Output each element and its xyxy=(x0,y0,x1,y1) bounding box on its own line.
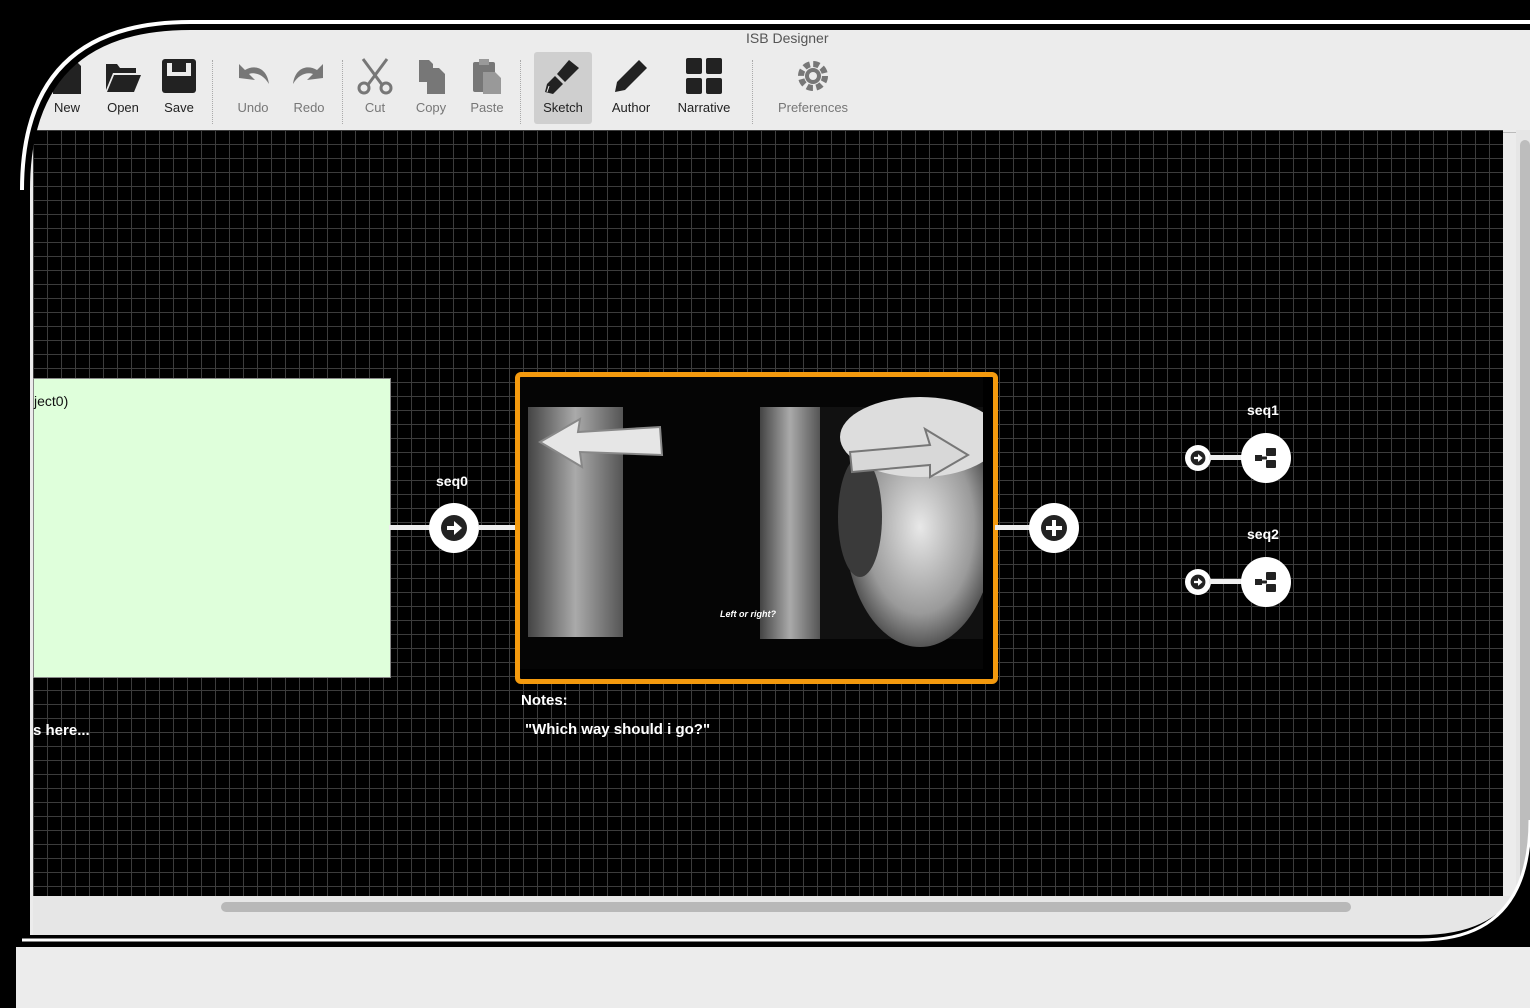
vertical-scroll-thumb[interactable] xyxy=(1520,140,1530,880)
seq0-link-button[interactable] xyxy=(429,503,479,553)
gear-icon xyxy=(798,61,828,91)
video-notes-title: Notes: xyxy=(521,692,568,709)
vertical-scrollbar[interactable] xyxy=(1516,130,1530,896)
undo-label: Undo xyxy=(237,100,269,115)
undo-button[interactable]: Undo xyxy=(224,52,282,124)
pencil-icon xyxy=(615,60,647,92)
save-label: Save xyxy=(164,100,194,115)
new-label: New xyxy=(53,100,80,115)
redo-icon xyxy=(293,64,323,84)
grid-icon xyxy=(686,58,722,94)
clipboard-icon xyxy=(473,59,501,94)
paintbrush-icon xyxy=(545,60,579,94)
horizontal-scrollbar[interactable] xyxy=(33,896,1530,936)
seq0-label: seq0 xyxy=(436,473,468,489)
connector-line xyxy=(479,525,519,530)
sketch-button[interactable]: Sketch xyxy=(534,52,592,124)
object-node-label: ject0) xyxy=(34,393,69,409)
toolbar-separator xyxy=(212,60,213,124)
object-node-notes[interactable]: s here... xyxy=(33,722,90,739)
folder-icon xyxy=(106,64,141,92)
app-window: ISB Designer New Open Save Undo Redo Cut xyxy=(16,8,1530,1008)
plus-circle-icon xyxy=(1041,515,1067,541)
seq2-input-port[interactable] xyxy=(1185,569,1211,595)
video-node[interactable]: Left or right? xyxy=(515,372,998,684)
new-file-icon xyxy=(53,58,81,94)
author-button[interactable]: Author xyxy=(602,52,660,124)
cut-button[interactable]: Cut xyxy=(346,52,404,124)
cut-label: Cut xyxy=(364,100,386,115)
toolbar: ISB Designer New Open Save Undo Redo Cut xyxy=(16,8,1530,133)
video-subtitle: Left or right? xyxy=(720,609,776,619)
save-button[interactable]: Save xyxy=(150,52,208,124)
paste-label: Paste xyxy=(470,100,504,115)
storyboard-canvas[interactable]: ject0) s here... seq0 Left or right? Not… xyxy=(33,130,1503,896)
arrow-right-circle-icon xyxy=(441,515,467,541)
redo-label: Redo xyxy=(293,100,325,115)
video-notes-text[interactable]: "Which way should i go?" xyxy=(525,721,710,738)
undo-icon xyxy=(239,64,269,84)
toolbar-separator xyxy=(342,60,343,124)
narrative-label: Narrative xyxy=(677,100,731,115)
copy-icon xyxy=(419,60,445,94)
author-label: Author xyxy=(611,100,651,115)
seq1-node[interactable] xyxy=(1241,433,1291,483)
seq1-label: seq1 xyxy=(1247,402,1279,418)
connector-line xyxy=(1209,455,1243,460)
open-label: Open xyxy=(107,100,139,115)
paste-button[interactable]: Paste xyxy=(458,52,516,124)
object-node[interactable]: ject0) xyxy=(33,378,391,678)
preferences-label: Preferences xyxy=(777,100,849,115)
floppy-disk-icon xyxy=(162,59,196,93)
redo-button[interactable]: Redo xyxy=(280,52,338,124)
sketch-label: Sketch xyxy=(543,100,583,115)
open-button[interactable]: Open xyxy=(94,52,152,124)
seq1-input-port[interactable] xyxy=(1185,445,1211,471)
copy-button[interactable]: Copy xyxy=(402,52,460,124)
arrow-right-circle-icon xyxy=(1190,450,1206,466)
window-title: ISB Designer xyxy=(746,30,829,46)
add-sequence-button[interactable] xyxy=(1029,503,1079,553)
video-thumbnail: Left or right? xyxy=(520,377,993,669)
scissors-icon xyxy=(357,58,393,95)
horizontal-scroll-thumb[interactable] xyxy=(221,902,1351,912)
arrow-right-circle-icon xyxy=(1190,574,1206,590)
seq2-node[interactable] xyxy=(1241,557,1291,607)
copy-label: Copy xyxy=(415,100,447,115)
preferences-button[interactable]: Preferences xyxy=(768,52,858,124)
branch-icon xyxy=(1255,572,1276,592)
new-button[interactable]: New xyxy=(38,52,96,124)
branch-icon xyxy=(1255,448,1276,468)
narrative-button[interactable]: Narrative xyxy=(668,52,740,124)
toolbar-separator xyxy=(520,60,521,124)
connector-line xyxy=(1209,579,1243,584)
seq2-label: seq2 xyxy=(1247,526,1279,542)
toolbar-separator xyxy=(752,60,753,124)
